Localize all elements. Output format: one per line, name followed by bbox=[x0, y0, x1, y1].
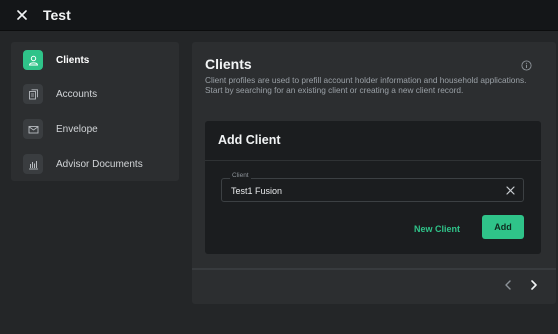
mail-icon bbox=[23, 119, 43, 139]
sidebar-item-label: Accounts bbox=[56, 88, 98, 100]
title-bar: Test bbox=[0, 0, 558, 31]
add-button[interactable]: Add bbox=[482, 215, 524, 239]
sidebar: Clients Accounts Envelope Advisor Docume… bbox=[11, 42, 179, 181]
client-field: Client bbox=[221, 172, 524, 202]
sidebar-item-label: Advisor Documents bbox=[56, 158, 143, 170]
info-icon[interactable] bbox=[521, 58, 532, 71]
sidebar-item-advisor-documents[interactable]: Advisor Documents bbox=[23, 153, 173, 175]
card-title: Add Client bbox=[218, 133, 281, 147]
chevron-right-icon[interactable] bbox=[527, 278, 541, 292]
footer-divider bbox=[192, 268, 556, 270]
sidebar-item-label: Clients bbox=[56, 54, 90, 66]
document-icon bbox=[23, 84, 43, 104]
add-client-card: Add Client Client New Client Add bbox=[205, 121, 541, 254]
bar-chart-icon bbox=[23, 154, 43, 174]
clear-icon[interactable] bbox=[504, 184, 516, 196]
new-client-button[interactable]: New Client bbox=[414, 221, 460, 237]
chevron-left-icon[interactable] bbox=[501, 278, 515, 292]
page-title: Clients bbox=[205, 56, 252, 72]
clients-panel: Clients Client profiles are used to pref… bbox=[192, 42, 556, 304]
person-icon bbox=[23, 50, 43, 70]
page-description: Client profiles are used to prefill acco… bbox=[205, 75, 527, 96]
sidebar-item-accounts[interactable]: Accounts bbox=[23, 83, 173, 105]
sidebar-item-envelope[interactable]: Envelope bbox=[23, 118, 173, 140]
sidebar-item-clients[interactable]: Clients bbox=[23, 49, 173, 71]
card-divider bbox=[205, 160, 541, 161]
close-icon bbox=[17, 7, 27, 25]
close-button[interactable] bbox=[12, 6, 32, 26]
client-search-input[interactable] bbox=[231, 184, 491, 198]
client-field-label: Client bbox=[230, 172, 251, 179]
sidebar-item-label: Envelope bbox=[56, 123, 98, 135]
window-title: Test bbox=[43, 7, 71, 23]
